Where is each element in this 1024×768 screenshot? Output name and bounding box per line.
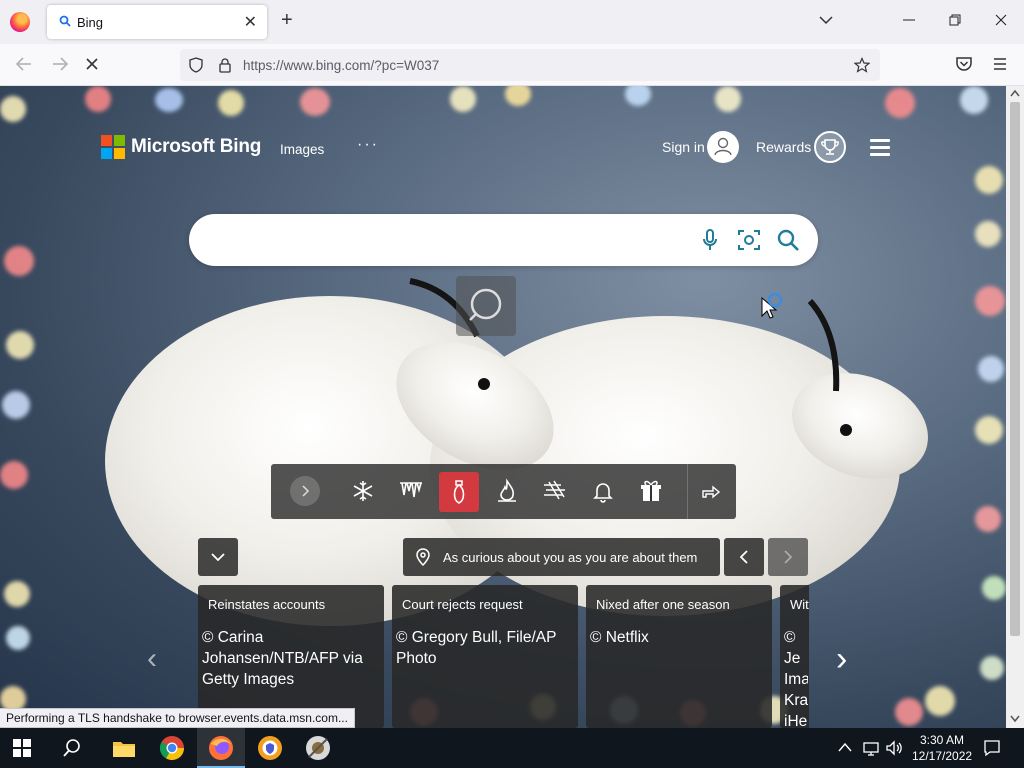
file-explorer-icon[interactable]	[110, 734, 138, 762]
scrollbar-thumb[interactable]	[1010, 102, 1020, 636]
news-card-topic: Court rejects request	[402, 597, 523, 612]
mouse-cursor-icon	[761, 292, 783, 319]
search-icon[interactable]	[775, 227, 801, 253]
news-card-credit: © Gregory Bull, File/AP Photo	[396, 629, 557, 667]
tracking-protection-shield-icon[interactable]	[188, 57, 204, 73]
lock-icon[interactable]	[217, 57, 233, 73]
pocket-icon[interactable]	[954, 54, 974, 74]
image-info-button[interactable]: As curious about you as you are about th…	[403, 538, 720, 576]
close-window-icon[interactable]	[993, 12, 1009, 28]
news-card[interactable]: Reinstates accounts © Carina Johansen/NT…	[198, 585, 384, 728]
back-icon[interactable]	[14, 54, 34, 74]
close-tab-icon[interactable]: ✕	[244, 12, 257, 32]
show-hidden-icons-icon[interactable]	[838, 742, 852, 752]
network-icon[interactable]	[862, 739, 880, 757]
brave-shield-icon[interactable]	[256, 734, 284, 762]
gift-icon[interactable]	[637, 477, 665, 505]
clock-time: 3:30 AM	[919, 733, 965, 747]
location-pin-icon	[416, 548, 430, 566]
news-carousel: Reinstates accounts © Carina Johansen/NT…	[198, 585, 809, 728]
app-settings-icon[interactable]	[304, 734, 332, 762]
firefox-icon	[209, 736, 233, 760]
new-tab-button[interactable]: +	[281, 9, 293, 32]
ornament-icon	[453, 480, 465, 504]
wind-icon[interactable]	[541, 477, 569, 505]
microphone-icon[interactable]	[697, 227, 723, 253]
minimize-window-icon[interactable]	[901, 12, 917, 28]
share-icon[interactable]	[697, 477, 725, 505]
news-card-topic: Wit	[790, 597, 809, 612]
more-options-button[interactable]: ···	[357, 136, 379, 154]
nav-images-link[interactable]: Images	[280, 142, 324, 157]
news-card-topic: Reinstates accounts	[208, 597, 326, 612]
stop-loading-icon[interactable]	[82, 54, 102, 74]
system-clock[interactable]: 3:30 AM 12/17/2022	[912, 732, 972, 764]
page-scrollbar[interactable]	[1006, 86, 1024, 728]
taskbar-search-icon[interactable]	[62, 738, 82, 758]
cards-next-arrow-icon[interactable]: ›	[836, 640, 847, 679]
tab-title: Bing	[77, 15, 104, 30]
search-box[interactable]	[189, 214, 818, 266]
address-bar[interactable]: https://www.bing.com/?pc=W037	[180, 49, 880, 81]
tab-bing[interactable]: Bing ✕	[47, 5, 267, 39]
browser-tab-bar: Bing ✕ +	[0, 0, 1024, 44]
toolbar-divider	[687, 464, 688, 519]
chrome-icon[interactable]	[158, 734, 186, 762]
news-card[interactable]: Nixed after one season © Netflix	[586, 585, 772, 728]
app-menu-icon[interactable]	[990, 54, 1010, 74]
chevron-right-icon	[784, 550, 793, 564]
theme-ornament-active[interactable]	[439, 472, 479, 512]
news-card-topic: Nixed after one season	[596, 597, 730, 612]
chevron-down-icon	[211, 553, 225, 562]
next-image-button[interactable]	[768, 538, 808, 576]
news-card[interactable]: Wit © Je Ima Krav iHea	[780, 585, 809, 728]
scroll-up-icon[interactable]	[1010, 89, 1020, 97]
loading-search-icon	[456, 276, 516, 336]
clock-date: 12/17/2022	[912, 749, 973, 763]
news-card[interactable]: Court rejects request © Gregory Bull, Fi…	[392, 585, 578, 728]
taskbar-firefox-active[interactable]	[197, 728, 245, 768]
bell-icon[interactable]	[589, 477, 617, 505]
brand-name[interactable]: Microsoft Bing	[131, 136, 261, 158]
search-input[interactable]	[213, 228, 693, 252]
scroll-down-icon[interactable]	[1010, 715, 1020, 723]
volume-icon[interactable]	[885, 739, 903, 757]
fire-icon[interactable]	[493, 477, 521, 505]
chevron-right-icon[interactable]	[290, 476, 320, 506]
visual-search-icon[interactable]	[736, 227, 762, 253]
collapse-button[interactable]	[198, 538, 238, 576]
url-text: https://www.bing.com/?pc=W037	[243, 58, 440, 73]
hamburger-menu-icon[interactable]	[870, 139, 890, 156]
bing-favicon-icon	[59, 15, 71, 27]
rewards-link[interactable]: Rewards	[756, 139, 811, 155]
firefox-menu-icon[interactable]	[10, 12, 30, 32]
image-caption: As curious about you as you are about th…	[443, 550, 698, 565]
windows-start-icon[interactable]	[12, 738, 32, 758]
cards-prev-arrow-icon[interactable]: ‹	[147, 642, 157, 676]
bookmark-star-icon[interactable]	[854, 57, 870, 73]
chevron-left-icon	[739, 550, 748, 564]
rewards-trophy-icon[interactable]	[814, 131, 846, 163]
restore-window-icon[interactable]	[947, 12, 963, 28]
sign-in-link[interactable]: Sign in	[662, 139, 705, 155]
microsoft-logo[interactable]	[101, 135, 125, 159]
browser-status-text: Performing a TLS handshake to browser.ev…	[0, 708, 355, 728]
snowflake-icon[interactable]	[349, 477, 377, 505]
news-card-credit: © Je Ima Krav iHea	[784, 629, 808, 728]
user-avatar-icon[interactable]	[707, 131, 739, 163]
icicles-icon[interactable]	[397, 477, 425, 505]
windows-taskbar: 3:30 AM 12/17/2022	[0, 728, 1024, 768]
previous-image-button[interactable]	[724, 538, 764, 576]
bing-homepage: Microsoft Bing Images ··· Sign in Reward…	[0, 86, 1006, 728]
news-card-credit: © Carina Johansen/NTB/AFP via Getty Imag…	[202, 629, 363, 688]
browser-nav-bar: https://www.bing.com/?pc=W037	[0, 44, 1024, 86]
action-center-icon[interactable]	[983, 739, 1001, 757]
forward-icon[interactable]	[50, 54, 70, 74]
theme-toolbar	[271, 464, 736, 519]
list-all-tabs-icon[interactable]	[818, 12, 834, 28]
news-card-credit: © Netflix	[590, 629, 649, 646]
